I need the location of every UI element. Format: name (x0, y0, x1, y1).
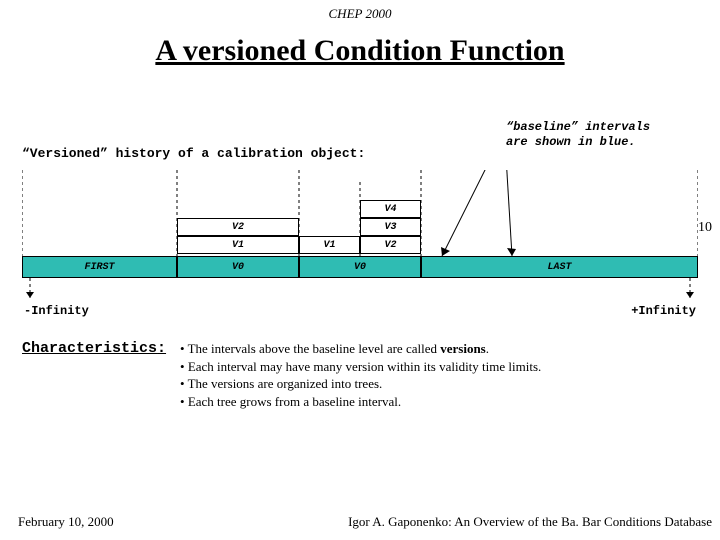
minus-infinity-label: -Infinity (24, 304, 89, 318)
characteristics-list: The intervals above the baseline level a… (180, 340, 690, 410)
ver-v3: V3 (360, 218, 421, 236)
bullet-2: Each interval may have many version with… (180, 358, 690, 376)
bullet-1: The intervals above the baseline level a… (180, 340, 690, 358)
characteristics-heading: Characteristics (22, 340, 166, 357)
plus-infinity-label: +Infinity (631, 304, 696, 318)
baseline-last: LAST (421, 256, 698, 278)
ver-v2-left: V2 (177, 218, 299, 236)
baseline-v0-a: V0 (177, 256, 299, 278)
ver-v2-right: V2 (360, 236, 421, 254)
bullet-3: The versions are organized into trees. (180, 375, 690, 393)
footer-date: February 10, 2000 (18, 514, 114, 530)
footer-attribution: Igor A. Gaponenko: An Overview of the Ba… (348, 514, 712, 530)
page-number: 10 (698, 220, 712, 236)
subtitle-left: “Versioned” history of a calibration obj… (22, 146, 365, 161)
baseline-v0-b: V0 (299, 256, 421, 278)
conference-label: CHEP 2000 (0, 6, 720, 22)
baseline-note-line1: “baseline” intervals (506, 120, 686, 135)
baseline-first: FIRST (22, 256, 177, 278)
version-diagram: FIRST V0 V0 LAST V1 V2 V1 V2 V3 V4 -Infi… (22, 170, 698, 310)
ver-v1-left: V1 (177, 236, 299, 254)
baseline-note: “baseline” intervals are shown in blue. (506, 120, 686, 150)
baseline-note-line2: are shown in blue. (506, 135, 686, 150)
bullet-4: Each tree grows from a baseline interval… (180, 393, 690, 411)
page-title: A versioned Condition Function (0, 34, 720, 68)
slide: CHEP 2000 A versioned Condition Function… (0, 0, 720, 540)
ver-v4: V4 (360, 200, 421, 218)
ver-v1-mid: V1 (299, 236, 360, 254)
